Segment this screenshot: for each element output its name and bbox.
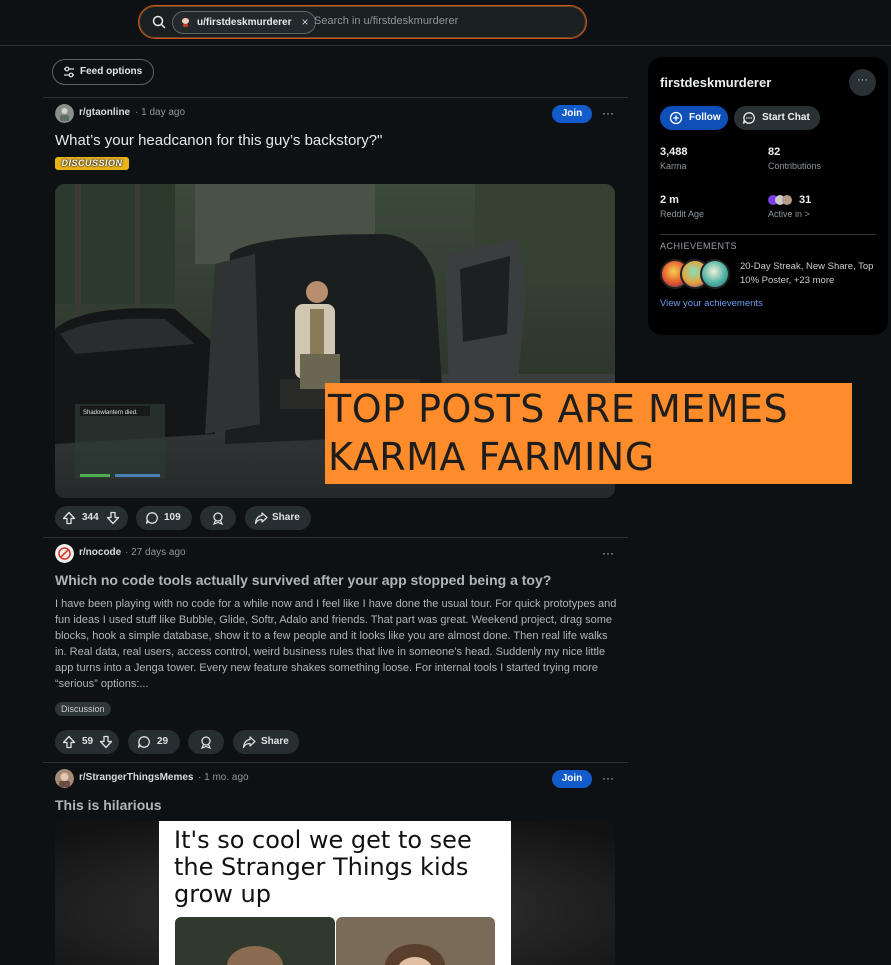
share-button[interactable]: Share <box>233 730 299 754</box>
subreddit-name[interactable]: r/gtaonline <box>79 107 130 118</box>
comment-count: 109 <box>164 512 181 523</box>
feed-options-label: Feed options <box>80 66 143 77</box>
join-button[interactable]: Join <box>552 770 592 788</box>
achievements-summary: 20-Day Streak, New Share, Top 10% Poster… <box>740 261 874 286</box>
vote-control[interactable]: 59 <box>55 730 119 754</box>
overlay-line-1: TOP POSTS ARE MEMES <box>328 387 789 431</box>
chat-icon <box>742 112 755 124</box>
post-body[interactable]: I have been playing with no code for a w… <box>55 596 617 692</box>
divider <box>43 97 628 98</box>
post-age: · 27 days ago <box>125 547 186 558</box>
karma-value: 3,488 <box>660 146 688 158</box>
view-achievements-link[interactable]: View your achievements <box>660 298 763 309</box>
contributions-value: 82 <box>768 146 781 158</box>
award-button[interactable] <box>200 506 236 530</box>
sliders-icon <box>64 66 74 78</box>
join-button[interactable]: Join <box>552 105 592 123</box>
reddit-age-label: Reddit Age <box>660 209 705 219</box>
upvote-icon[interactable] <box>62 511 76 525</box>
search-bar[interactable]: u/firstdeskmurderer × Search in u/firstd… <box>138 5 587 39</box>
search-scope-label: u/firstdeskmurderer <box>197 17 292 28</box>
post-flair[interactable]: DISCUSSION <box>55 157 129 170</box>
community-avatars-icon <box>768 195 792 205</box>
post-age: · 1 mo. ago <box>198 772 249 783</box>
award-icon <box>212 512 224 525</box>
follow-label: Follow <box>689 112 721 123</box>
divider <box>43 762 628 763</box>
divider <box>43 537 628 538</box>
subreddit-avatar[interactable] <box>55 544 74 563</box>
post-image[interactable]: It's so cool we get to see the Stranger … <box>55 821 615 965</box>
meme-caption: It's so cool we get to see the Stranger … <box>174 826 472 908</box>
post-title[interactable]: Which no code tools actually survived af… <box>55 572 551 588</box>
subreddit-name[interactable]: r/StrangerThingsMemes <box>79 772 193 783</box>
follow-button[interactable]: Follow <box>660 106 728 130</box>
sidebar-divider <box>660 234 876 235</box>
overlay-line-2: KARMA FARMING <box>328 435 655 479</box>
comments-button[interactable]: 29 <box>128 730 180 754</box>
downvote-icon[interactable] <box>99 735 113 749</box>
more-options-icon[interactable]: ··· <box>599 107 617 125</box>
profile-username: firstdeskmurderer <box>660 75 772 90</box>
contributions-label: Contributions <box>768 161 822 171</box>
comment-icon <box>137 736 150 748</box>
clear-scope-icon[interactable]: × <box>301 12 308 33</box>
search-input[interactable]: Search in u/firstdeskmurderer <box>314 15 458 27</box>
search-icon <box>152 15 166 29</box>
upvote-icon[interactable] <box>62 735 76 749</box>
award-button[interactable] <box>188 730 224 754</box>
start-chat-button[interactable]: Start Chat <box>734 106 820 130</box>
post-title[interactable]: This is hilarious <box>55 797 162 813</box>
more-options-icon[interactable]: ··· <box>599 547 617 565</box>
award-icon <box>200 736 212 749</box>
feed-options-button[interactable]: Feed options <box>52 59 155 85</box>
more-options-icon[interactable]: ··· <box>599 772 617 790</box>
vote-count: 344 <box>82 512 99 523</box>
profile-sidebar: firstdeskmurderer ··· Follow Start Chat … <box>648 57 888 335</box>
vote-control[interactable]: 344 <box>55 506 128 530</box>
comments-button[interactable]: 109 <box>136 506 192 530</box>
comment-icon <box>145 512 158 524</box>
overlay-banner: TOP POSTS ARE MEMES KARMA FARMING <box>325 383 852 484</box>
top-bar: u/firstdeskmurderer × Search in u/firstd… <box>0 0 891 46</box>
vote-count: 59 <box>82 736 94 747</box>
share-icon <box>254 512 268 525</box>
achievements-heading: ACHIEVEMENTS <box>660 241 738 251</box>
comment-count: 29 <box>157 736 169 747</box>
post-age: · 1 day ago <box>135 107 186 118</box>
post-flair[interactable]: Discussion <box>55 702 111 716</box>
search-scope-chip[interactable]: u/firstdeskmurderer × <box>172 11 317 34</box>
downvote-icon[interactable] <box>106 511 120 525</box>
plus-circle-icon <box>669 111 683 125</box>
subreddit-avatar[interactable] <box>55 104 74 123</box>
share-label: Share <box>272 512 300 523</box>
user-avatar-icon <box>179 16 192 29</box>
share-icon <box>242 736 256 749</box>
karma-label: Karma <box>660 161 687 171</box>
share-label: Share <box>261 736 289 747</box>
active-in-label[interactable]: Active in > <box>768 209 810 219</box>
subreddit-avatar[interactable] <box>55 769 74 788</box>
share-button[interactable]: Share <box>245 506 311 530</box>
subreddit-name[interactable]: r/nocode <box>79 547 121 558</box>
post-title[interactable]: What’s your headcanon for this guy’s bac… <box>55 132 382 149</box>
profile-more-button[interactable]: ··· <box>849 69 876 96</box>
active-in-value: 31 <box>799 194 812 206</box>
reddit-age-value: 2 m <box>660 194 679 206</box>
hud-notification: Shadowlantern died. <box>83 410 138 416</box>
start-chat-label: Start Chat <box>762 112 810 123</box>
top-poster-badge-icon <box>700 259 730 289</box>
